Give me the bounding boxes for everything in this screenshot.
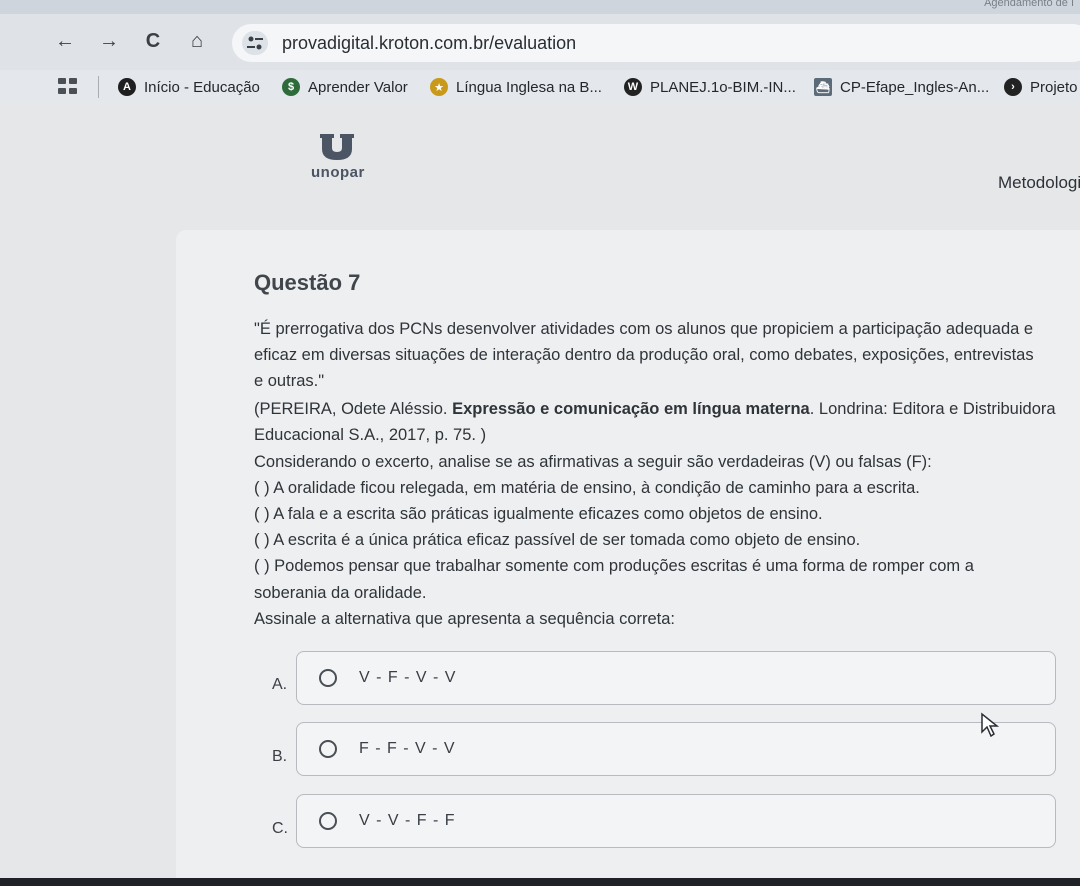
site-settings-icon[interactable]	[242, 31, 268, 55]
citation-suffix: . Londrina: Editora e Distribuidora	[809, 400, 1056, 418]
bookmark-inicio-educacao[interactable]: A Início - Educação	[118, 76, 260, 98]
unopar-logo-icon	[320, 134, 354, 160]
bookmark-label: PLANEJ.1o-BIM.-IN...	[650, 78, 796, 96]
logo-text: unopar	[311, 164, 365, 181]
back-button[interactable]: ←	[52, 28, 78, 54]
option-b[interactable]: F - F - V - V	[296, 722, 1056, 776]
bookmark-planej[interactable]: W PLANEJ.1o-BIM.-IN...	[624, 76, 796, 98]
bookmark-label: Aprender Valor	[308, 78, 408, 96]
wordpress-icon: W	[624, 78, 642, 96]
bookmarks-bar: A Início - Educação $ Aprender Valor ★ L…	[0, 70, 1080, 104]
radio-button-icon[interactable]	[319, 740, 337, 758]
option-a[interactable]: V - F - V - V	[296, 651, 1056, 705]
option-text: V - V - F - F	[359, 812, 456, 829]
tab-strip: Agendamento de I	[0, 0, 1080, 14]
bookmark-label: CP-Efape_Ingles-An...	[840, 78, 990, 96]
statement: ( ) A fala e a escrita são práticas igua…	[254, 505, 823, 523]
tab-title[interactable]: Agendamento de I	[984, 0, 1074, 9]
option-letter-a: A.	[272, 676, 288, 693]
statement: ( ) A oralidade ficou relegada, em matér…	[254, 479, 920, 497]
mouse-cursor-icon	[981, 712, 1000, 738]
screen: Agendamento de I ← → C ⌂ provadigital.kr…	[0, 0, 1080, 886]
radio-button-icon[interactable]	[319, 669, 337, 687]
option-letter-b: B.	[272, 748, 288, 765]
statement: ( ) Podemos pensar que trabalhar somente…	[254, 557, 974, 575]
citation-prefix: (PEREIRA, Odete Aléssio.	[254, 400, 453, 418]
badge-icon: ›	[1004, 78, 1022, 96]
statement: ( ) A escrita é a única prática eficaz p…	[254, 531, 861, 549]
radio-button-icon[interactable]	[319, 812, 337, 830]
excerpt-line: eficaz em diversas situações de interaçã…	[254, 346, 1034, 364]
citation-line: (PEREIRA, Odete Aléssio. Expressão e com…	[254, 400, 1056, 419]
home-button[interactable]: ⌂	[184, 28, 210, 54]
bookmark-label: Língua Inglesa na B...	[456, 78, 602, 96]
apps-grid-icon[interactable]	[58, 78, 80, 96]
course-title: Metodologi	[998, 173, 1080, 192]
statement-continuation: soberania da oralidade.	[254, 584, 427, 602]
address-row: ← → C ⌂ provadigital.kroton.com.br/evalu…	[0, 14, 1080, 70]
bookmark-projeto[interactable]: › Projeto	[1004, 76, 1078, 98]
reload-button[interactable]: C	[140, 28, 166, 54]
omnibox[interactable]: provadigital.kroton.com.br/evaluation	[232, 24, 1080, 62]
excerpt-line: e outras."	[254, 372, 325, 390]
bookmark-label: Início - Educação	[144, 78, 260, 96]
bookmarks-separator	[98, 76, 99, 98]
prompt-text: Assinale a alternativa que apresenta a s…	[254, 610, 676, 628]
instruction-text: Considerando o excerto, analise se as af…	[254, 453, 932, 471]
education-icon: A	[118, 78, 136, 96]
bookmark-cp-efape[interactable]: ⛴ CP-Efape_Ingles-An...	[814, 76, 989, 98]
option-c[interactable]: V - V - F - F	[296, 794, 1056, 848]
ship-icon: ⛴	[814, 78, 832, 96]
url-text[interactable]: provadigital.kroton.com.br/evaluation	[282, 33, 576, 54]
forward-button[interactable]: →	[96, 28, 122, 54]
piggy-bank-icon: $	[282, 78, 300, 96]
bookmark-label: Projeto	[1030, 78, 1078, 96]
bookmark-lingua-inglesa[interactable]: ★ Língua Inglesa na B...	[430, 76, 602, 98]
option-text: V - F - V - V	[359, 669, 457, 686]
bookmark-aprender-valor[interactable]: $ Aprender Valor	[282, 76, 408, 98]
citation-title: Expressão e comunicação em língua matern…	[452, 400, 810, 418]
question-title: Questão 7	[254, 270, 361, 295]
screen-bezel	[0, 878, 1080, 886]
option-text: F - F - V - V	[359, 740, 456, 757]
option-letter-c: C.	[272, 820, 288, 837]
excerpt-line: "É prerrogativa dos PCNs desenvolver ati…	[254, 320, 1034, 338]
star-figure-icon: ★	[430, 78, 448, 96]
citation-line-2: Educacional S.A., 2017, p. 75. )	[254, 426, 487, 444]
